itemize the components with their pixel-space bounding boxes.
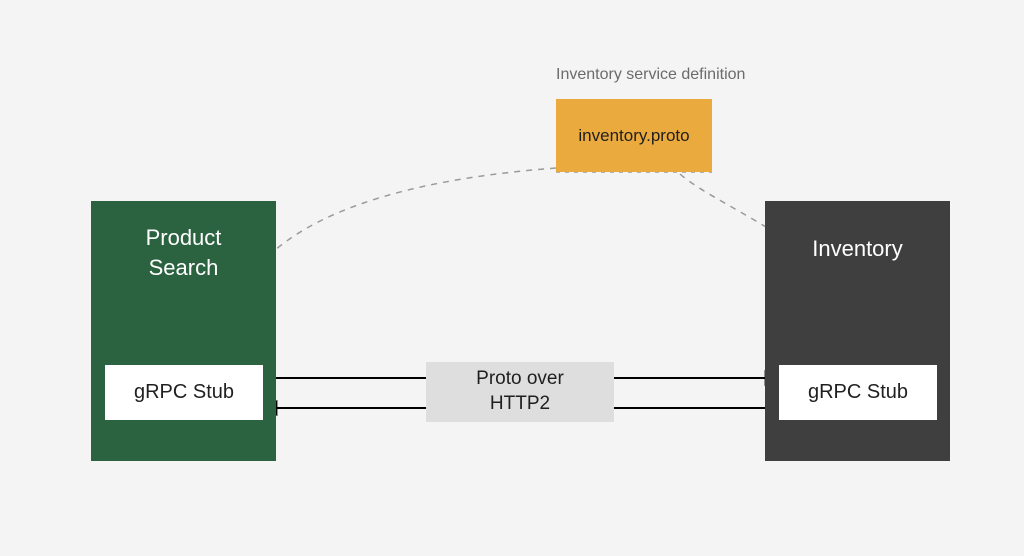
product-search-service: Product Search xyxy=(91,201,276,461)
proto-file-text: inventory.proto xyxy=(578,126,689,146)
service-definition-label: Inventory service definition xyxy=(556,66,745,84)
left-stub-text: gRPC Stub xyxy=(134,381,234,404)
left-grpc-stub: gRPC Stub xyxy=(105,365,263,420)
proto-file-box: inventory.proto xyxy=(556,99,712,172)
right-grpc-stub: gRPC Stub xyxy=(779,365,937,420)
product-search-label: Product Search xyxy=(146,223,222,282)
right-stub-text: gRPC Stub xyxy=(808,381,908,404)
transport-label-box: Proto over HTTP2 xyxy=(426,362,614,422)
inventory-label: Inventory xyxy=(812,236,903,262)
transport-text: Proto over HTTP2 xyxy=(476,367,564,416)
inventory-service: Inventory xyxy=(765,201,950,461)
